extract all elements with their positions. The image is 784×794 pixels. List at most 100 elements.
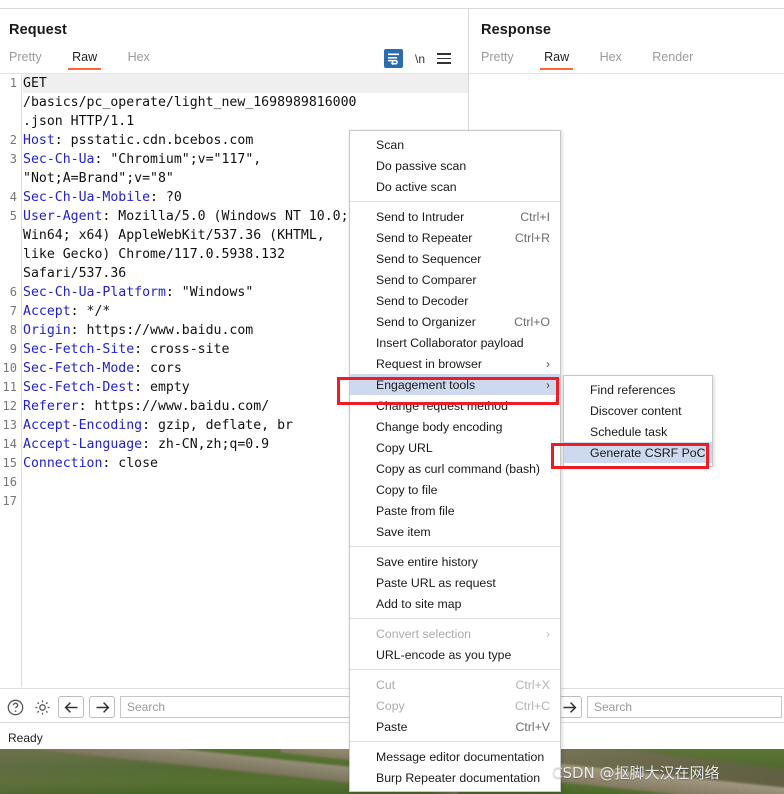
line-number: 16 [2, 475, 17, 489]
submenu-item-generate-csrf-poc[interactable]: Generate CSRF PoC [564, 442, 712, 463]
newline-icon[interactable]: \n [415, 52, 425, 66]
menu-item-label: Copy to file [376, 482, 438, 497]
menu-item-paste-url-as-request[interactable]: Paste URL as request [350, 572, 560, 593]
request-search-placeholder: Search [127, 700, 166, 714]
menu-item-label: Send to Decoder [376, 293, 469, 308]
menu-item-cut: Cut Ctrl+X [350, 674, 560, 695]
menu-item-scan[interactable]: Scan [350, 134, 560, 155]
request-line-text: : "Chromium";v="117", [94, 152, 262, 167]
menu-item-send-to-repeater[interactable]: Send to Repeater Ctrl+R [350, 227, 560, 248]
menu-item-save-entire-history[interactable]: Save entire history [350, 551, 560, 572]
menu-item-request-in-browser[interactable]: Request in browser › [350, 353, 560, 374]
request-line: Host: psstatic.cdn.bcebos.com [23, 131, 356, 150]
request-line-text: Safari/537.36 [23, 266, 127, 281]
menu-item-label: Copy URL [376, 440, 433, 455]
request-header-name: Sec-Ch-Ua-Platform [23, 285, 166, 300]
request-line: "Not;A=Brand";v="8" [23, 169, 356, 188]
menu-separator [350, 618, 560, 619]
request-header-name: Accept-Encoding [23, 418, 143, 433]
submenu-item-discover-content[interactable]: Discover content [564, 400, 712, 421]
request-line [23, 473, 356, 492]
response-search-input[interactable]: Search [587, 696, 782, 718]
submenu-item-label: Discover content [590, 403, 682, 418]
menu-item-label: Save item [376, 524, 431, 539]
menu-item-url-encode-as-you-type[interactable]: URL-encode as you type [350, 644, 560, 665]
menu-item-label: Convert selection [376, 626, 472, 641]
menu-item-change-body-encoding[interactable]: Change body encoding [350, 416, 560, 437]
request-line: Win64; x64) AppleWebKit/537.36 (KHTML, [23, 226, 356, 245]
menu-item-label: Burp Repeater documentation [376, 770, 541, 785]
tab-response-hex[interactable]: Hex [600, 50, 622, 70]
request-header-name: Accept-Language [23, 437, 143, 452]
menu-item-label: Do passive scan [376, 158, 467, 173]
menu-item-copy-as-curl-command-bash[interactable]: Copy as curl command (bash) [350, 458, 560, 479]
menu-item-send-to-comparer[interactable]: Send to Comparer [350, 269, 560, 290]
menu-item-save-item[interactable]: Save item [350, 521, 560, 542]
menu-item-do-active-scan[interactable]: Do active scan [350, 176, 560, 197]
back-button[interactable] [58, 696, 84, 718]
menu-icon[interactable] [437, 53, 452, 64]
tab-response-raw[interactable]: Raw [540, 50, 574, 70]
engagement-tools-submenu[interactable]: Find references Discover content Schedule … [563, 375, 713, 467]
request-header-name: Sec-Fetch-Site [23, 342, 135, 357]
menu-item-copy-to-file[interactable]: Copy to file [350, 479, 560, 500]
menu-item-shortcut: Ctrl+X [515, 677, 550, 692]
forward-button[interactable] [89, 696, 115, 718]
menu-item-send-to-sequencer[interactable]: Send to Sequencer [350, 248, 560, 269]
menu-item-send-to-intruder[interactable]: Send to Intruder Ctrl+I [350, 206, 560, 227]
request-line-text: : */* [70, 304, 111, 319]
menu-item-paste[interactable]: Paste Ctrl+V [350, 716, 560, 737]
tab-request-pretty[interactable]: Pretty [9, 50, 42, 70]
request-raw-text[interactable]: GET/basics/pc_operate/light_new_16989898… [23, 74, 357, 511]
menu-item-message-editor-documentation[interactable]: Message editor documentation [350, 746, 560, 767]
menu-item-shortcut: Ctrl+R [514, 230, 550, 245]
context-menu[interactable]: Scan Do passive scan Do active scan Send to… [349, 130, 561, 792]
request-tabs: Pretty Raw Hex [9, 48, 176, 74]
request-header-name: Host [23, 133, 55, 148]
request-header-name: Referer [23, 399, 79, 414]
menu-item-send-to-organizer[interactable]: Send to Organizer Ctrl+O [350, 311, 560, 332]
menu-item-burp-repeater-documentation[interactable]: Burp Repeater documentation [350, 767, 560, 788]
request-line-text: like Gecko) Chrome/117.0.5938.132 [23, 247, 286, 262]
request-line: Accept: */* [23, 302, 356, 321]
word-wrap-icon[interactable] [384, 49, 403, 68]
menu-item-label: Send to Repeater [376, 230, 473, 245]
menu-item-label: Paste URL as request [376, 575, 496, 590]
request-line: Accept-Language: zh-CN,zh;q=0.9 [23, 435, 356, 454]
menu-item-shortcut: Ctrl+C [514, 698, 550, 713]
menu-item-add-to-site-map[interactable]: Add to site map [350, 593, 560, 614]
menu-item-insert-collaborator-payload[interactable]: Insert Collaborator payload [350, 332, 560, 353]
menu-item-paste-from-file[interactable]: Paste from file [350, 500, 560, 521]
line-number: 2 [9, 133, 17, 147]
menu-item-shortcut: Ctrl+V [515, 719, 550, 734]
tab-response-render[interactable]: Render [652, 50, 693, 70]
request-line-text: : cross-site [134, 342, 230, 357]
request-line-text: : "Windows" [165, 285, 254, 300]
request-line-text: : https://www.baidu.com/ [78, 399, 270, 414]
line-number: 1 [9, 76, 17, 90]
submenu-item-find-references[interactable]: Find references [564, 379, 712, 400]
gear-icon[interactable] [31, 696, 53, 718]
menu-item-do-passive-scan[interactable]: Do passive scan [350, 155, 560, 176]
tab-response-pretty[interactable]: Pretty [481, 50, 514, 70]
menu-separator [350, 669, 560, 670]
tab-request-raw[interactable]: Raw [68, 50, 102, 70]
menu-item-engagement-tools[interactable]: Engagement tools › [350, 374, 560, 395]
menu-item-copy-url[interactable]: Copy URL [350, 437, 560, 458]
menu-item-label: Engagement tools [376, 377, 476, 392]
menu-item-shortcut: Ctrl+I [520, 209, 550, 224]
submenu-item-schedule-task[interactable]: Schedule task [564, 421, 712, 442]
response-tabs: Pretty Raw Hex Render [481, 48, 719, 74]
line-number: 17 [2, 494, 17, 508]
submenu-item-label: Find references [590, 382, 676, 397]
menu-item-change-request-method[interactable]: Change request method [350, 395, 560, 416]
help-icon[interactable] [4, 696, 26, 718]
request-line: GET [23, 74, 357, 93]
menu-item-send-to-decoder[interactable]: Send to Decoder [350, 290, 560, 311]
line-number: 3 [9, 152, 17, 166]
request-header-name: Connection [23, 456, 103, 471]
line-number: 12 [2, 399, 17, 413]
menu-item-label: Save entire history [376, 554, 478, 569]
tab-request-hex[interactable]: Hex [128, 50, 150, 70]
request-line-text: : gzip, deflate, br [142, 418, 293, 433]
